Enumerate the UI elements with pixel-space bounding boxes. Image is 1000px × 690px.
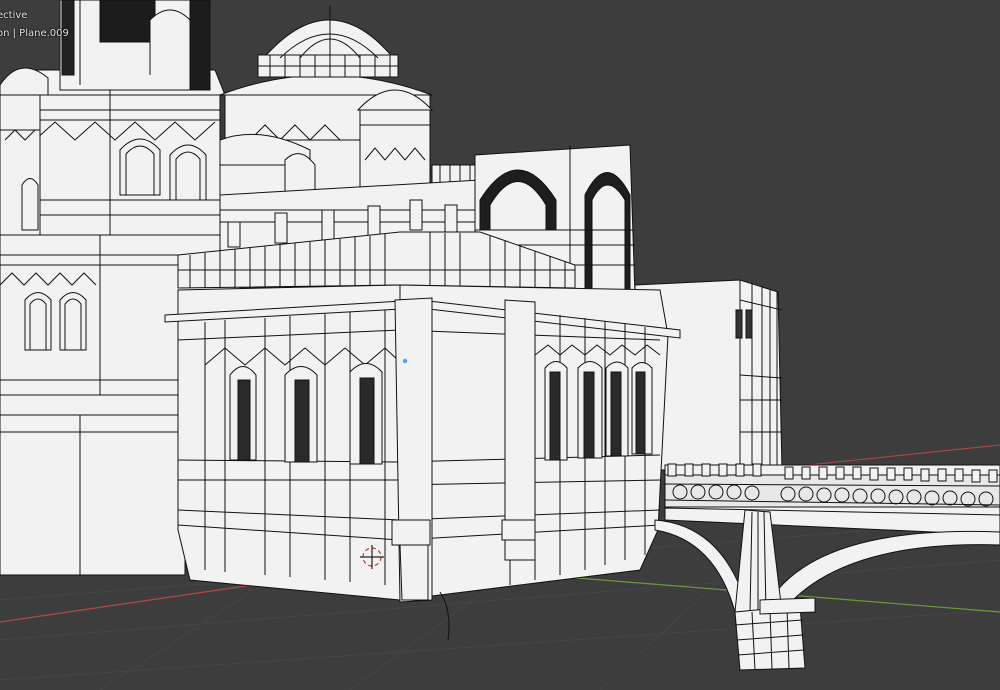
active-object-label: on | Plane.009	[0, 28, 69, 39]
domes	[219, 5, 478, 201]
object-origin-icon[interactable]	[402, 358, 408, 364]
cursor-trail-line	[439, 591, 450, 641]
3d-viewport[interactable]: ective on | Plane.009	[0, 0, 1000, 690]
view-mode-label: ective	[0, 10, 28, 21]
bridge	[654, 463, 1000, 671]
wireframe-scene[interactable]	[0, 0, 1000, 690]
